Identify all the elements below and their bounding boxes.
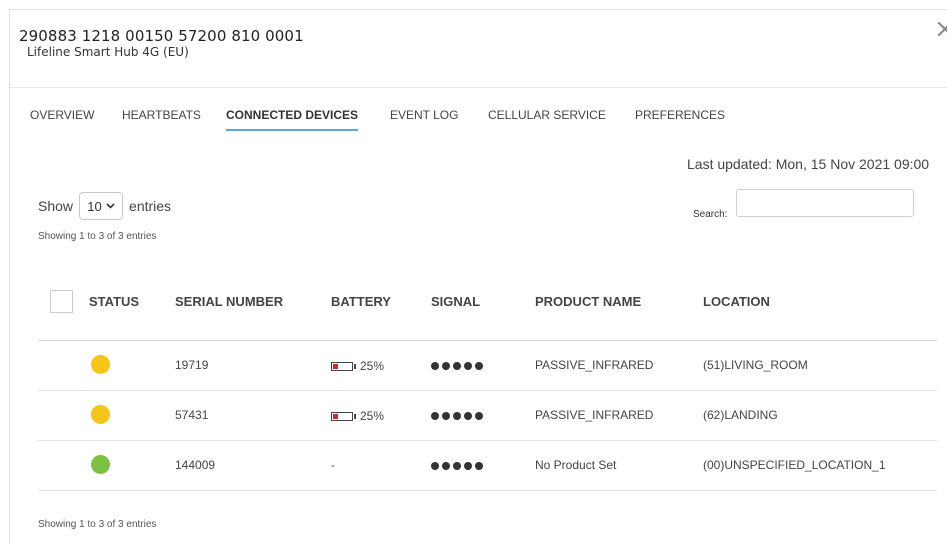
close-icon-glyph [937,21,947,37]
signal-dot [431,462,439,470]
signal-dot [464,412,472,420]
serial-cell: 57431 [175,408,209,422]
battery-percent: 25% [360,409,385,423]
dialog-header: 290883 1218 00150 57200 810 0001 Lifelin… [10,10,947,88]
column-status[interactable]: STATUS [89,294,139,309]
signal-dot [431,362,439,370]
select-all-checkbox[interactable] [50,290,73,313]
close-icon[interactable] [937,18,947,40]
tab-connected-devices[interactable]: CONNECTED DEVICES [226,108,359,131]
signal-dot [475,362,483,370]
device-dialog: 290883 1218 00150 57200 810 0001 Lifelin… [9,9,947,544]
signal-dot [431,412,439,420]
last-updated-text: Last updated: Mon, 15 Nov 2021 09:00 [687,156,930,172]
signal-dot [475,412,483,420]
signal-dots [431,462,483,470]
table-row[interactable]: 57431 25% PASSIVE_INFRARED (62)LANDING [38,391,937,441]
signal-dot [442,362,450,370]
tab-event-log[interactable]: EVENT LOG [390,108,458,129]
table-info-top: Showing 1 to 3 of 3 entries [38,231,157,242]
tab-cellular-service[interactable]: CELLULAR SERVICE [488,108,606,129]
search-input[interactable] [736,189,914,217]
tab-heartbeats[interactable]: HEARTBEATS [122,108,201,129]
signal-dots [431,412,483,420]
status-dot [91,405,110,424]
signal-dot [475,462,483,470]
table-header: STATUS SERIAL NUMBER BATTERY SIGNAL PROD… [38,280,937,341]
battery-percent: 25% [360,359,385,373]
search-label: Search: [693,209,728,220]
device-id-title: 290883 1218 00150 57200 810 0001 [19,27,304,45]
battery-icon [331,361,353,371]
signal-dot [453,362,461,370]
signal-dot [464,362,472,370]
status-dot [91,355,110,374]
column-location[interactable]: LOCATION [703,294,770,309]
product-cell: PASSIVE_INFRARED [535,408,654,422]
location-cell: (62)LANDING [703,408,778,422]
serial-cell: 144009 [175,458,216,472]
column-battery[interactable]: BATTERY [331,294,391,309]
column-signal[interactable]: SIGNAL [431,294,480,309]
show-label: Show [38,198,74,214]
entries-label: entries [129,198,172,214]
tab-overview[interactable]: OVERVIEW [30,108,94,129]
table-row[interactable]: 19719 25% PASSIVE_INFRARED (51)LIVING_RO… [38,341,937,391]
status-dot [91,455,110,474]
signal-dot [464,462,472,470]
battery-cell: - [331,458,335,472]
table-row[interactable]: 144009 - No Product Set (00)UNSPECIFIED_… [38,441,937,491]
entries-select[interactable]: 10 [79,192,124,220]
product-cell: No Product Set [535,458,617,472]
signal-dot [442,462,450,470]
product-cell: PASSIVE_INFRARED [535,358,654,372]
tab-preferences[interactable]: PREFERENCES [635,108,725,129]
entries-select-value: 10 [87,198,102,214]
location-cell: (51)LIVING_ROOM [703,358,808,372]
table-info-bottom: Showing 1 to 3 of 3 entries [38,519,157,530]
signal-dot [453,462,461,470]
length-menu: Show 10 entries [38,192,171,220]
device-model-subtitle: Lifeline Smart Hub 4G (EU) [27,45,189,59]
column-serial-number[interactable]: SERIAL NUMBER [175,294,283,309]
signal-dot [442,412,450,420]
signal-dots [431,362,483,370]
column-product-name[interactable]: PRODUCT NAME [535,294,641,309]
battery-cell: 25% [331,409,384,423]
signal-dot [453,412,461,420]
battery-icon [331,411,353,421]
chevron-down-icon [106,203,115,209]
connected-devices-table: STATUS SERIAL NUMBER BATTERY SIGNAL PROD… [38,280,937,491]
location-cell: (00)UNSPECIFIED_LOCATION_1 [703,458,886,472]
serial-cell: 19719 [175,358,209,372]
battery-cell: 25% [331,359,384,373]
